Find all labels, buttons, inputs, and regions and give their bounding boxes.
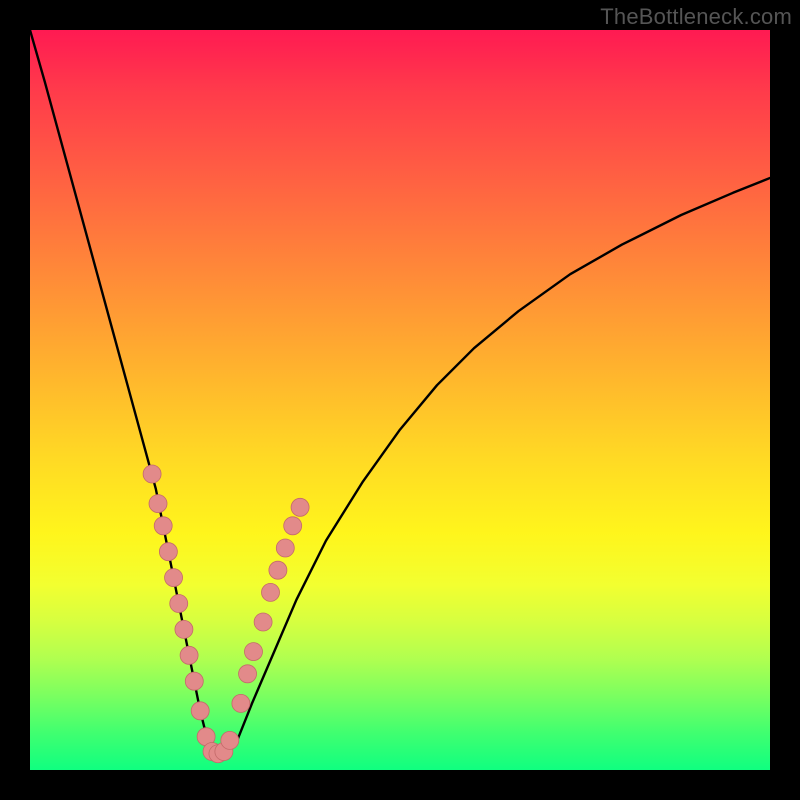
marker-dot <box>244 643 262 661</box>
marker-dot <box>143 465 161 483</box>
marker-dot <box>291 498 309 516</box>
plot-area <box>30 30 770 770</box>
marker-dot <box>191 702 209 720</box>
marker-dot <box>254 613 272 631</box>
marker-dot <box>185 672 203 690</box>
watermark-text: TheBottleneck.com <box>600 4 792 30</box>
marker-group <box>143 465 309 763</box>
marker-dot <box>165 569 183 587</box>
bottleneck-curve <box>30 30 770 755</box>
marker-dot <box>175 620 193 638</box>
marker-dot <box>154 517 172 535</box>
marker-dot <box>170 595 188 613</box>
marker-dot <box>239 665 257 683</box>
marker-dot <box>221 731 239 749</box>
marker-dot <box>269 561 287 579</box>
marker-dot <box>180 646 198 664</box>
chart-svg <box>30 30 770 770</box>
marker-dot <box>276 539 294 557</box>
chart-frame: TheBottleneck.com <box>0 0 800 800</box>
marker-dot <box>232 694 250 712</box>
marker-dot <box>159 543 177 561</box>
marker-dot <box>262 583 280 601</box>
marker-dot <box>284 517 302 535</box>
marker-dot <box>149 495 167 513</box>
